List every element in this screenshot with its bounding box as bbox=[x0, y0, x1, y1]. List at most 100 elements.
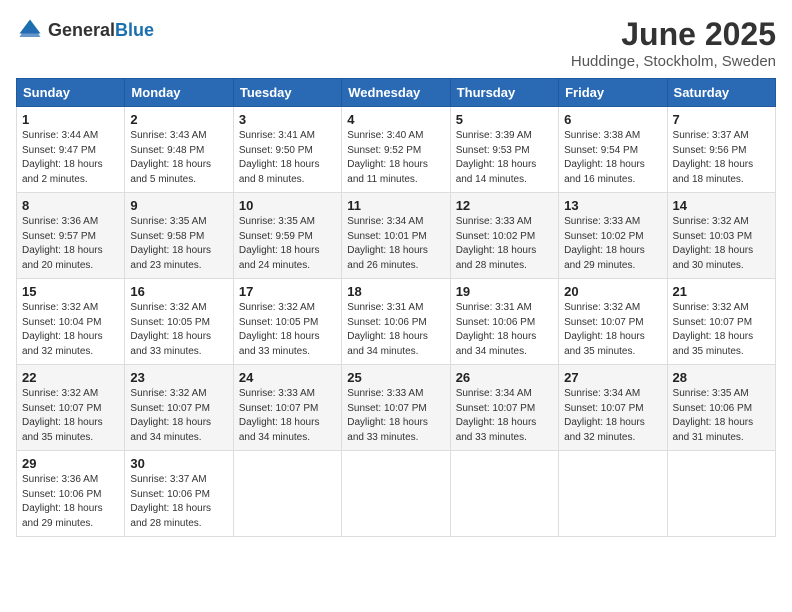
location-title: Huddinge, Stockholm, Sweden bbox=[571, 53, 776, 70]
day-info: Sunrise: 3:39 AM Sunset: 9:53 PM Dayligh… bbox=[456, 129, 553, 187]
table-row: 6 Sunrise: 3:38 AM Sunset: 9:54 PM Dayli… bbox=[559, 107, 667, 193]
day-number: 7 bbox=[673, 112, 770, 127]
day-number: 19 bbox=[456, 284, 553, 299]
day-info: Sunrise: 3:32 AM Sunset: 10:04 PM Daylig… bbox=[22, 301, 119, 359]
table-row: 9 Sunrise: 3:35 AM Sunset: 9:58 PM Dayli… bbox=[125, 193, 233, 279]
header-sunday: Sunday bbox=[17, 79, 125, 107]
title-area: June 2025 Huddinge, Stockholm, Sweden bbox=[571, 16, 776, 70]
day-info: Sunrise: 3:32 AM Sunset: 10:05 PM Daylig… bbox=[239, 301, 336, 359]
table-row bbox=[450, 451, 558, 537]
day-info: Sunrise: 3:37 AM Sunset: 9:56 PM Dayligh… bbox=[673, 129, 770, 187]
table-row: 21 Sunrise: 3:32 AM Sunset: 10:07 PM Day… bbox=[667, 279, 775, 365]
day-number: 13 bbox=[564, 198, 661, 213]
header-friday: Friday bbox=[559, 79, 667, 107]
header-saturday: Saturday bbox=[667, 79, 775, 107]
day-info: Sunrise: 3:43 AM Sunset: 9:48 PM Dayligh… bbox=[130, 129, 227, 187]
logo: GeneralBlue bbox=[16, 16, 154, 44]
day-number: 8 bbox=[22, 198, 119, 213]
day-info: Sunrise: 3:34 AM Sunset: 10:07 PM Daylig… bbox=[456, 387, 553, 445]
day-number: 5 bbox=[456, 112, 553, 127]
table-row: 8 Sunrise: 3:36 AM Sunset: 9:57 PM Dayli… bbox=[17, 193, 125, 279]
day-info: Sunrise: 3:34 AM Sunset: 10:01 PM Daylig… bbox=[347, 215, 444, 273]
day-number: 28 bbox=[673, 370, 770, 385]
table-row: 3 Sunrise: 3:41 AM Sunset: 9:50 PM Dayli… bbox=[233, 107, 341, 193]
table-row: 10 Sunrise: 3:35 AM Sunset: 9:59 PM Dayl… bbox=[233, 193, 341, 279]
table-row: 25 Sunrise: 3:33 AM Sunset: 10:07 PM Day… bbox=[342, 365, 450, 451]
table-row: 12 Sunrise: 3:33 AM Sunset: 10:02 PM Day… bbox=[450, 193, 558, 279]
table-row: 26 Sunrise: 3:34 AM Sunset: 10:07 PM Day… bbox=[450, 365, 558, 451]
day-number: 15 bbox=[22, 284, 119, 299]
day-info: Sunrise: 3:33 AM Sunset: 10:07 PM Daylig… bbox=[347, 387, 444, 445]
table-row: 18 Sunrise: 3:31 AM Sunset: 10:06 PM Day… bbox=[342, 279, 450, 365]
day-info: Sunrise: 3:33 AM Sunset: 10:02 PM Daylig… bbox=[564, 215, 661, 273]
table-row: 24 Sunrise: 3:33 AM Sunset: 10:07 PM Day… bbox=[233, 365, 341, 451]
day-number: 17 bbox=[239, 284, 336, 299]
day-number: 6 bbox=[564, 112, 661, 127]
day-number: 20 bbox=[564, 284, 661, 299]
day-info: Sunrise: 3:32 AM Sunset: 10:03 PM Daylig… bbox=[673, 215, 770, 273]
day-number: 23 bbox=[130, 370, 227, 385]
logo-text-blue: Blue bbox=[115, 20, 154, 40]
day-info: Sunrise: 3:36 AM Sunset: 10:06 PM Daylig… bbox=[22, 473, 119, 531]
day-number: 18 bbox=[347, 284, 444, 299]
day-info: Sunrise: 3:31 AM Sunset: 10:06 PM Daylig… bbox=[347, 301, 444, 359]
day-info: Sunrise: 3:35 AM Sunset: 9:59 PM Dayligh… bbox=[239, 215, 336, 273]
calendar-week-row: 29 Sunrise: 3:36 AM Sunset: 10:06 PM Day… bbox=[17, 451, 776, 537]
day-number: 14 bbox=[673, 198, 770, 213]
header-wednesday: Wednesday bbox=[342, 79, 450, 107]
day-info: Sunrise: 3:35 AM Sunset: 9:58 PM Dayligh… bbox=[130, 215, 227, 273]
table-row: 20 Sunrise: 3:32 AM Sunset: 10:07 PM Day… bbox=[559, 279, 667, 365]
day-number: 9 bbox=[130, 198, 227, 213]
day-info: Sunrise: 3:38 AM Sunset: 9:54 PM Dayligh… bbox=[564, 129, 661, 187]
day-number: 12 bbox=[456, 198, 553, 213]
page-header: GeneralBlue June 2025 Huddinge, Stockhol… bbox=[16, 16, 776, 70]
table-row bbox=[342, 451, 450, 537]
table-row: 15 Sunrise: 3:32 AM Sunset: 10:04 PM Day… bbox=[17, 279, 125, 365]
day-info: Sunrise: 3:33 AM Sunset: 10:07 PM Daylig… bbox=[239, 387, 336, 445]
day-info: Sunrise: 3:32 AM Sunset: 10:07 PM Daylig… bbox=[673, 301, 770, 359]
day-info: Sunrise: 3:40 AM Sunset: 9:52 PM Dayligh… bbox=[347, 129, 444, 187]
header-monday: Monday bbox=[125, 79, 233, 107]
day-number: 27 bbox=[564, 370, 661, 385]
table-row: 23 Sunrise: 3:32 AM Sunset: 10:07 PM Day… bbox=[125, 365, 233, 451]
day-info: Sunrise: 3:36 AM Sunset: 9:57 PM Dayligh… bbox=[22, 215, 119, 273]
table-row: 16 Sunrise: 3:32 AM Sunset: 10:05 PM Day… bbox=[125, 279, 233, 365]
day-info: Sunrise: 3:32 AM Sunset: 10:07 PM Daylig… bbox=[130, 387, 227, 445]
table-row: 27 Sunrise: 3:34 AM Sunset: 10:07 PM Day… bbox=[559, 365, 667, 451]
day-info: Sunrise: 3:33 AM Sunset: 10:02 PM Daylig… bbox=[456, 215, 553, 273]
day-number: 26 bbox=[456, 370, 553, 385]
day-number: 3 bbox=[239, 112, 336, 127]
day-number: 24 bbox=[239, 370, 336, 385]
day-info: Sunrise: 3:37 AM Sunset: 10:06 PM Daylig… bbox=[130, 473, 227, 531]
day-number: 29 bbox=[22, 456, 119, 471]
day-info: Sunrise: 3:35 AM Sunset: 10:06 PM Daylig… bbox=[673, 387, 770, 445]
day-number: 30 bbox=[130, 456, 227, 471]
month-title: June 2025 bbox=[571, 16, 776, 53]
calendar-week-row: 8 Sunrise: 3:36 AM Sunset: 9:57 PM Dayli… bbox=[17, 193, 776, 279]
header-tuesday: Tuesday bbox=[233, 79, 341, 107]
table-row: 30 Sunrise: 3:37 AM Sunset: 10:06 PM Day… bbox=[125, 451, 233, 537]
table-row bbox=[233, 451, 341, 537]
calendar-week-row: 22 Sunrise: 3:32 AM Sunset: 10:07 PM Day… bbox=[17, 365, 776, 451]
table-row: 5 Sunrise: 3:39 AM Sunset: 9:53 PM Dayli… bbox=[450, 107, 558, 193]
day-number: 1 bbox=[22, 112, 119, 127]
day-number: 16 bbox=[130, 284, 227, 299]
day-number: 4 bbox=[347, 112, 444, 127]
table-row: 11 Sunrise: 3:34 AM Sunset: 10:01 PM Day… bbox=[342, 193, 450, 279]
table-row: 14 Sunrise: 3:32 AM Sunset: 10:03 PM Day… bbox=[667, 193, 775, 279]
table-row: 28 Sunrise: 3:35 AM Sunset: 10:06 PM Day… bbox=[667, 365, 775, 451]
table-row bbox=[667, 451, 775, 537]
day-number: 21 bbox=[673, 284, 770, 299]
table-row: 1 Sunrise: 3:44 AM Sunset: 9:47 PM Dayli… bbox=[17, 107, 125, 193]
day-info: Sunrise: 3:41 AM Sunset: 9:50 PM Dayligh… bbox=[239, 129, 336, 187]
table-row: 4 Sunrise: 3:40 AM Sunset: 9:52 PM Dayli… bbox=[342, 107, 450, 193]
table-row: 13 Sunrise: 3:33 AM Sunset: 10:02 PM Day… bbox=[559, 193, 667, 279]
day-number: 10 bbox=[239, 198, 336, 213]
day-info: Sunrise: 3:44 AM Sunset: 9:47 PM Dayligh… bbox=[22, 129, 119, 187]
table-row: 7 Sunrise: 3:37 AM Sunset: 9:56 PM Dayli… bbox=[667, 107, 775, 193]
table-row: 29 Sunrise: 3:36 AM Sunset: 10:06 PM Day… bbox=[17, 451, 125, 537]
day-number: 22 bbox=[22, 370, 119, 385]
calendar-week-row: 15 Sunrise: 3:32 AM Sunset: 10:04 PM Day… bbox=[17, 279, 776, 365]
day-info: Sunrise: 3:32 AM Sunset: 10:07 PM Daylig… bbox=[22, 387, 119, 445]
table-row: 17 Sunrise: 3:32 AM Sunset: 10:05 PM Day… bbox=[233, 279, 341, 365]
